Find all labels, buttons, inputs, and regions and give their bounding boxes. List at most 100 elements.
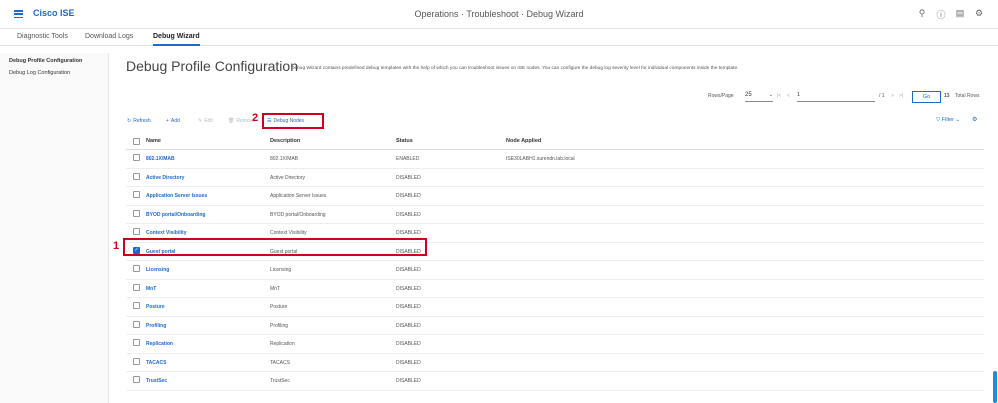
column-name[interactable]: Name — [146, 138, 161, 144]
gear-icon[interactable]: ⚙ — [974, 8, 984, 21]
add-label: Add — [170, 118, 180, 124]
trash-icon: 🗑 — [228, 118, 235, 124]
row-name-link[interactable]: Posture — [146, 304, 165, 310]
row-status: DISABLED — [396, 267, 421, 273]
add-button[interactable]: + Add — [166, 118, 180, 124]
row-checkbox[interactable] — [133, 172, 140, 180]
row-checkbox[interactable] — [133, 357, 140, 365]
table-row[interactable]: MnT MnT DISABLED — [126, 280, 984, 298]
row-name-link[interactable]: Active Directory — [146, 175, 184, 181]
help-icon[interactable]: ⓘ — [936, 8, 946, 21]
row-status: DISABLED — [396, 211, 421, 218]
page-input-value: 1 — [797, 92, 801, 98]
row-checkbox[interactable] — [133, 283, 140, 291]
row-checkbox[interactable] — [133, 228, 140, 235]
row-description: TACACS — [270, 359, 290, 366]
filter-button[interactable]: ▽ Filter ⌄ — [936, 117, 960, 123]
table-row[interactable]: Active Directory Active Directory DISABLED — [126, 169, 984, 187]
tab-diagnostic-tools[interactable]: Diagnostic Tools — [17, 33, 68, 40]
page-count: / 1 — [879, 93, 885, 99]
table-row[interactable]: Replication Replication DISABLED — [126, 335, 984, 354]
row-name-link[interactable]: 802.1X/MAB — [146, 156, 175, 162]
row-name-link[interactable]: Licensing — [146, 267, 169, 273]
row-checkbox[interactable] — [133, 320, 140, 328]
remove-button[interactable]: 🗑 Remove — [228, 118, 255, 124]
tab-bar: Diagnostic Tools Download Logs Debug Wiz… — [0, 29, 998, 46]
highlight-box-debug-nodes — [262, 113, 324, 129]
tab-debug-wizard[interactable]: Debug Wizard — [153, 33, 200, 46]
table-row[interactable]: BYOD portal/Onboarding BYOD portal/Onboar… — [126, 206, 984, 224]
row-name-link[interactable]: Profiling — [146, 323, 166, 329]
rows-per-page-select[interactable]: 25 ⌄ — [745, 92, 773, 102]
table-row[interactable]: 802.1X/MAB 802.1X/MAB ENABLED ISE30LABH1.su… — [126, 150, 984, 169]
search-icon[interactable]: ⚲ — [917, 8, 927, 21]
sidebar: Debug Profile Configuration Debug Log Co… — [0, 53, 109, 403]
row-name-link[interactable]: BYOD portal/Onboarding — [146, 212, 205, 218]
table-body: 802.1X/MAB 802.1X/MAB ENABLED ISE30LABH1.su… — [126, 150, 984, 391]
top-bar: Cisco ISE Operations · Troubleshoot · De… — [0, 0, 998, 29]
rows-per-page-value: 25 — [745, 92, 752, 98]
highlight-box-guest-portal — [123, 238, 427, 256]
annotation-2: 2 — [252, 112, 259, 124]
row-node-applied: ISE30LABH1.surendn.lab.local — [506, 156, 575, 162]
rows-per-page-label: Rows/Page — [708, 93, 734, 99]
page-title: Debug Profile Configuration — [126, 58, 298, 74]
row-name-link[interactable]: Application Server Issues — [146, 193, 207, 199]
total-rows-label: Total Rows — [955, 93, 980, 99]
row-description: Application Server Issues — [270, 193, 327, 199]
row-name-link[interactable]: MnT — [146, 286, 156, 292]
select-all-checkbox[interactable] — [133, 138, 140, 145]
row-checkbox[interactable] — [133, 302, 140, 309]
row-status: DISABLED — [396, 193, 421, 199]
row-checkbox[interactable] — [133, 191, 140, 198]
row-description: Active Directory — [270, 174, 306, 181]
table-header: Name Description Status Node Applied — [126, 133, 984, 150]
row-checkbox[interactable] — [133, 265, 140, 272]
row-description: MnT — [270, 285, 280, 292]
row-name-link[interactable]: TACACS — [146, 360, 166, 366]
table-row[interactable]: Application Server Issues Application Ser… — [126, 187, 984, 206]
chevron-down-icon: ⌄ — [768, 92, 773, 98]
go-button[interactable]: Go — [912, 91, 941, 103]
row-status: DISABLED — [396, 378, 421, 384]
last-page-icon[interactable]: >| — [899, 93, 903, 99]
table-row[interactable]: Posture Posture DISABLED — [126, 298, 984, 317]
row-name-link[interactable]: Context Visibility — [146, 230, 186, 236]
sidebar-item-debug-profile[interactable]: Debug Profile Configuration — [9, 58, 82, 64]
edit-button[interactable]: ✎ Edit — [198, 118, 213, 124]
edit-label: Edit — [204, 118, 213, 124]
first-page-icon[interactable]: |< — [777, 93, 781, 99]
row-name-link[interactable]: Replication — [146, 341, 173, 347]
row-description: Replication — [270, 341, 295, 347]
column-description[interactable]: Description — [270, 138, 300, 144]
column-status[interactable]: Status — [396, 138, 413, 144]
column-node-applied[interactable]: Node Applied — [506, 138, 541, 144]
next-page-icon[interactable]: > — [891, 93, 894, 99]
refresh-icon: ↻ — [127, 118, 132, 124]
row-description: Licensing — [270, 267, 292, 273]
row-checkbox[interactable] — [133, 154, 140, 161]
row-status: DISABLED — [396, 341, 421, 347]
sidebar-item-debug-log[interactable]: Debug Log Configuration — [9, 70, 70, 76]
dashboard-icon[interactable]: ▤ — [955, 8, 965, 21]
page-description: Debug Wizard contains predefined debug t… — [291, 66, 739, 71]
page-input[interactable]: 1 — [797, 92, 875, 102]
plus-icon: + — [166, 118, 169, 124]
prev-page-icon[interactable]: < — [787, 93, 790, 99]
tab-download-logs[interactable]: Download Logs — [85, 33, 133, 40]
breadcrumb: Operations · Troubleshoot · Debug Wizard — [414, 9, 584, 19]
table-row[interactable]: TACACS TACACS DISABLED — [126, 354, 984, 372]
pencil-icon: ✎ — [198, 118, 203, 124]
row-checkbox[interactable] — [133, 339, 140, 346]
row-name-link[interactable]: TrustSec — [146, 378, 167, 384]
table-row[interactable]: TrustSec TrustSec DISABLED — [126, 372, 984, 391]
row-description: Posture — [270, 304, 288, 310]
table-row[interactable]: Licensing Licensing DISABLED — [126, 261, 984, 280]
table-settings-icon[interactable]: ⚙ — [972, 116, 977, 123]
table-row[interactable]: Profiling Profiling DISABLED — [126, 317, 984, 335]
row-checkbox[interactable] — [133, 209, 140, 217]
scrollbar[interactable] — [993, 371, 997, 403]
debug-profile-table: Name Description Status Node Applied 802… — [126, 133, 984, 391]
row-checkbox[interactable] — [133, 376, 140, 383]
refresh-button[interactable]: ↻ Refresh — [127, 118, 151, 124]
